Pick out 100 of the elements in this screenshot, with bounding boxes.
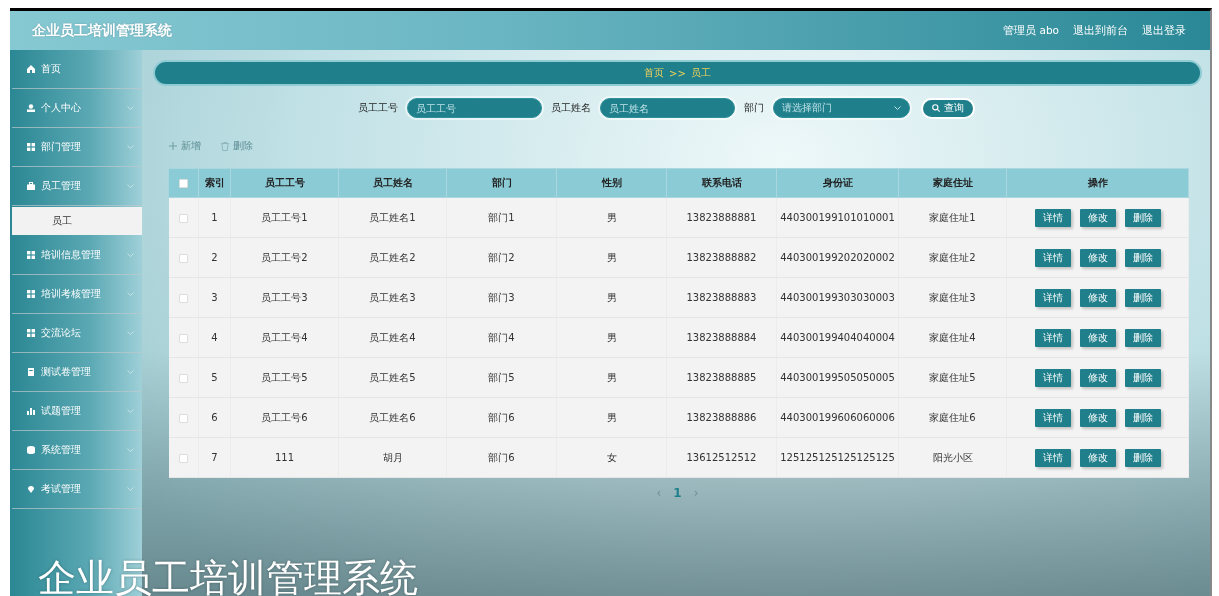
delete-button[interactable]: 删除 [1124, 248, 1161, 267]
table-cell: 男 [556, 317, 667, 358]
chevron-down-icon [127, 448, 134, 452]
edit-button[interactable]: 修改 [1079, 448, 1116, 467]
edit-button[interactable]: 修改 [1079, 248, 1116, 267]
table-cell: 男 [556, 237, 667, 278]
table-cell: 家庭住址2 [898, 237, 1007, 278]
column-header: 员工工号 [230, 168, 339, 198]
edit-button[interactable]: 修改 [1079, 288, 1116, 307]
row-checkbox[interactable] [178, 213, 188, 223]
briefcase-icon [27, 182, 35, 190]
submenu-item[interactable]: 员工 [12, 207, 142, 235]
app-title: 企业员工培训管理系统 [32, 21, 172, 40]
column-header: 家庭住址 [898, 168, 1007, 198]
table-cell: 员工姓名5 [338, 357, 447, 398]
column-header: 身份证 [776, 168, 899, 198]
table-cell: 13823888885 [666, 357, 777, 398]
edit-button[interactable]: 修改 [1079, 208, 1116, 227]
chevron-down-icon [127, 292, 134, 296]
table-cell: 13823888886 [666, 397, 777, 438]
table-cell: 440300199101010001 [776, 197, 899, 238]
table-cell: 125125125125125125 [776, 437, 899, 478]
table-cell: 部门1 [446, 197, 557, 238]
delete-button[interactable]: 删除 [1124, 368, 1161, 387]
breadcrumb-link[interactable]: 首页 [644, 66, 665, 80]
field-label: 员工工号 [358, 101, 398, 115]
table-cell: 男 [556, 397, 667, 438]
table-cell: 家庭住址1 [898, 197, 1007, 238]
table-cell: 家庭住址5 [898, 357, 1007, 398]
column-header: 联系电话 [666, 168, 777, 198]
delete-button[interactable]: 删除 [1124, 408, 1161, 427]
header-link[interactable]: 退出登录 [1142, 23, 1186, 38]
table-cell: 男 [556, 277, 667, 318]
table-cell: 家庭住址4 [898, 317, 1007, 358]
table-cell: 员工工号6 [230, 397, 339, 438]
chevron-down-icon [127, 184, 134, 188]
location-pin-icon [27, 485, 35, 493]
user-link[interactable]: 管理员 abo [1003, 23, 1059, 38]
search-icon [932, 104, 940, 112]
delete-button[interactable]: 删除 [221, 138, 253, 154]
table-cell: 员工工号3 [230, 277, 339, 318]
row-checkbox[interactable] [178, 333, 188, 343]
department-select[interactable]: 请选择部门 [773, 98, 910, 118]
details-button[interactable]: 详情 [1034, 408, 1071, 427]
search-field[interactable]: 员工工号 [407, 98, 542, 118]
table-cell: 员工姓名1 [338, 197, 447, 238]
details-button[interactable]: 详情 [1034, 208, 1071, 227]
table-cell: 13823888882 [666, 237, 777, 278]
row-checkbox[interactable] [178, 453, 188, 463]
user-icon [27, 104, 35, 112]
table-cell: 13823888881 [666, 197, 777, 238]
details-button[interactable]: 详情 [1034, 248, 1071, 267]
search-button[interactable]: 查询 [921, 97, 975, 119]
column-header: 操作 [1006, 168, 1189, 198]
delete-button[interactable]: 删除 [1124, 288, 1161, 307]
details-button[interactable]: 详情 [1034, 448, 1071, 467]
delete-button[interactable]: 删除 [1124, 208, 1161, 227]
table-cell: 家庭住址6 [898, 397, 1007, 438]
row-checkbox[interactable] [178, 413, 188, 423]
table-cell: 440300199404040004 [776, 317, 899, 358]
delete-button[interactable]: 删除 [1124, 448, 1161, 467]
table-cell: 女 [556, 437, 667, 478]
details-button[interactable]: 详情 [1034, 328, 1071, 347]
details-button[interactable]: 详情 [1034, 288, 1071, 307]
row-checkbox[interactable] [178, 373, 188, 383]
plus-icon [169, 142, 177, 150]
header-link[interactable]: 退出到前台 [1073, 23, 1128, 38]
row-checkbox[interactable] [178, 253, 188, 263]
table-cell: 员工姓名6 [338, 397, 447, 438]
edit-button[interactable]: 修改 [1079, 328, 1116, 347]
add-button[interactable]: 新增 [169, 138, 201, 154]
table-cell: 员工姓名2 [338, 237, 447, 278]
table-cell: 部门6 [446, 397, 557, 438]
table-cell: 13823888883 [666, 277, 777, 318]
column-header: 部门 [446, 168, 557, 198]
chevron-down-icon [127, 253, 134, 257]
table-cell: 440300199202020002 [776, 237, 899, 278]
select-all-checkbox[interactable] [179, 179, 188, 188]
edit-button[interactable]: 修改 [1079, 368, 1116, 387]
table-cell: 部门2 [446, 237, 557, 278]
table-cell: 440300199505050005 [776, 357, 899, 398]
document-icon [27, 368, 35, 376]
table-cell: 员工工号2 [230, 237, 339, 278]
table-cell: 部门5 [446, 357, 557, 398]
column-header: 员工姓名 [338, 168, 447, 198]
search-field[interactable]: 员工姓名 [600, 98, 735, 118]
row-checkbox[interactable] [178, 293, 188, 303]
delete-button[interactable]: 删除 [1124, 328, 1161, 347]
breadcrumb-link[interactable]: 员工 [690, 66, 711, 80]
table-cell: 部门4 [446, 317, 557, 358]
table-cell: 男 [556, 357, 667, 398]
field-label: 员工姓名 [551, 101, 591, 115]
table-cell: 员工工号4 [230, 317, 339, 358]
bar-chart-icon [27, 407, 35, 415]
chevron-down-icon [127, 409, 134, 413]
edit-button[interactable]: 修改 [1079, 408, 1116, 427]
details-button[interactable]: 详情 [1034, 368, 1071, 387]
table-cell: 家庭住址3 [898, 277, 1007, 318]
column-header: 索引 [198, 168, 231, 198]
chevron-down-icon [127, 145, 134, 149]
